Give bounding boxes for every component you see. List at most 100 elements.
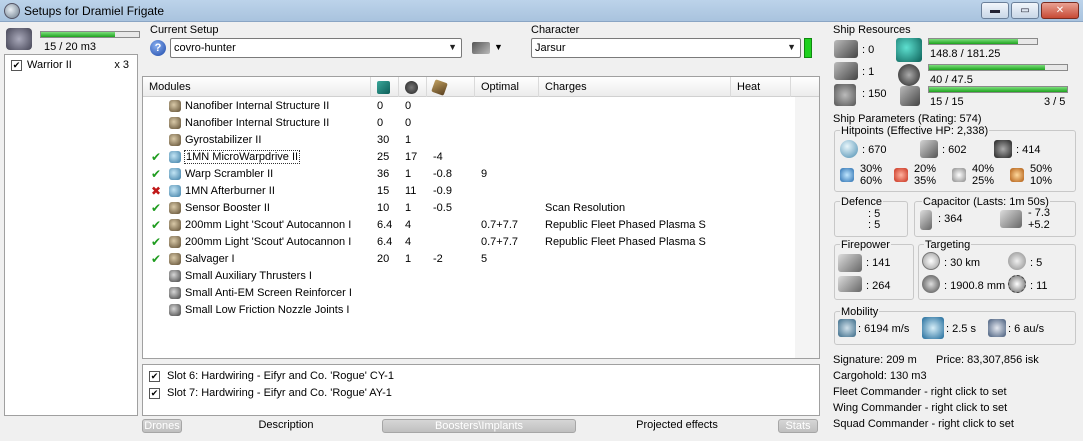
module-row[interactable]: ✔ 1MN MicroWarpdrive II 25 17 -4 bbox=[143, 149, 819, 166]
module-powergrid: 1 bbox=[405, 168, 412, 180]
col-optimal[interactable]: Optimal bbox=[475, 77, 539, 97]
module-status-icon[interactable]: ✔ bbox=[151, 150, 163, 164]
implant-checkbox[interactable]: ✔ bbox=[149, 388, 160, 399]
module-row[interactable]: Nanofiber Internal Structure II 0 0 bbox=[143, 115, 819, 132]
col-heat[interactable]: Heat bbox=[731, 77, 791, 97]
setup-combo[interactable]: covro-hunter ▼ bbox=[170, 38, 462, 58]
close-button[interactable]: ✕ bbox=[1041, 2, 1079, 19]
powergrid-icon bbox=[898, 64, 920, 86]
powergrid-icon bbox=[405, 80, 418, 94]
capacitor-icon bbox=[431, 78, 448, 96]
max-velocity: : 6194 m/s bbox=[858, 323, 910, 335]
squad-commander[interactable]: Squad Commander - right click to set bbox=[833, 418, 1014, 430]
tab-stats[interactable]: Stats bbox=[778, 419, 818, 433]
turret-dps-icon bbox=[838, 254, 862, 272]
sensor-booster-icon bbox=[169, 202, 181, 214]
module-row[interactable]: Small Low Friction Nozzle Joints I bbox=[143, 302, 819, 319]
thermal-resist-a: 20% bbox=[914, 163, 937, 175]
module-status-icon[interactable]: ✔ bbox=[151, 218, 163, 232]
module-name: Nanofiber Internal Structure II bbox=[185, 100, 330, 112]
col-modules[interactable]: Modules bbox=[143, 77, 371, 97]
tab-boosters-implants[interactable]: Boosters\Implants bbox=[382, 419, 576, 433]
capacitor-delta-b: +5.2 bbox=[1028, 219, 1050, 231]
module-cpu: 10 bbox=[377, 202, 390, 214]
module-name: Gyrostabilizer II bbox=[185, 134, 262, 146]
module-status-icon[interactable]: ✔ bbox=[151, 252, 163, 266]
module-cpu: 36 bbox=[377, 168, 390, 180]
module-capacitor: -4 bbox=[433, 151, 443, 163]
drone-bandwidth: 15 / 20 m3 bbox=[4, 26, 140, 53]
ship-price: Price: 83,307,856 isk bbox=[936, 354, 1039, 366]
tab-projected-effects[interactable]: Projected effects bbox=[612, 419, 742, 433]
drone-bandwidth-bar bbox=[40, 31, 140, 38]
module-status-icon[interactable]: ✔ bbox=[151, 201, 163, 215]
chevron-down-icon: ▼ bbox=[787, 42, 796, 52]
warp-speed-icon bbox=[988, 319, 1006, 337]
ship-resources: : 0 : 1 : 150 148.8 / 181.25 40 / 47.5 1… bbox=[830, 36, 1078, 110]
col-powergrid[interactable] bbox=[399, 77, 427, 97]
module-row[interactable]: Nanofiber Internal Structure II 0 0 bbox=[143, 98, 819, 115]
scan-resolution-icon bbox=[922, 275, 940, 293]
fleet-commander[interactable]: Fleet Commander - right click to set bbox=[833, 386, 1007, 398]
module-powergrid: 17 bbox=[405, 151, 418, 163]
setup-tools-menu[interactable]: ▼ bbox=[472, 40, 506, 58]
launcher-hardpoints: : 1 bbox=[862, 66, 875, 78]
module-powergrid: 1 bbox=[405, 202, 412, 214]
implants-list[interactable]: ✔ Slot 6: Hardwiring - Eifyr and Co. 'Ro… bbox=[142, 364, 820, 416]
explosive-resist-a: 50% bbox=[1030, 163, 1053, 175]
module-row[interactable]: ✖ 1MN Afterburner II 15 11 -0.9 bbox=[143, 183, 819, 200]
tab-description[interactable]: Description bbox=[230, 419, 342, 433]
module-name: Salvager I bbox=[185, 253, 235, 265]
module-row[interactable]: ✔ 200mm Light 'Scout' Autocannon I 6.4 4 0.7… bbox=[143, 217, 819, 234]
drone-bandwidth-value: 15 / 20 m3 bbox=[44, 41, 96, 53]
kinetic-resist-a: 40% bbox=[972, 163, 995, 175]
module-row[interactable]: ✔ Warp Scrambler II 36 1 -0.8 9 bbox=[143, 166, 819, 183]
module-cpu: 0 bbox=[377, 117, 384, 129]
hitpoints-title: Hitpoints (Effective HP: 2,338) bbox=[840, 125, 990, 137]
module-row[interactable]: Small Auxiliary Thrusters I bbox=[143, 268, 819, 285]
character-combo[interactable]: Jarsur ▼ bbox=[531, 38, 801, 58]
drone-list[interactable]: ✔ Warrior II x 3 bbox=[4, 54, 138, 416]
structure-icon bbox=[169, 117, 181, 129]
module-cpu: 25 bbox=[377, 151, 390, 163]
align-time-icon bbox=[922, 317, 944, 339]
kinetic-resist-b: 25% bbox=[972, 175, 995, 187]
defence-b: : 5 bbox=[868, 219, 881, 231]
module-status-icon[interactable]: ✔ bbox=[151, 167, 163, 181]
drone-icon bbox=[6, 28, 32, 50]
drone-checkbox[interactable]: ✔ bbox=[11, 60, 22, 71]
drone-bandwidth-fill bbox=[41, 32, 115, 37]
wing-commander[interactable]: Wing Commander - right click to set bbox=[833, 402, 1007, 414]
bottom-tabs: Drones Description Boosters\Implants Pro… bbox=[142, 419, 820, 433]
explosive-resist-icon bbox=[1010, 168, 1024, 182]
minimize-button[interactable]: ▬ bbox=[981, 2, 1009, 19]
tab-drones[interactable]: Drones bbox=[142, 419, 182, 433]
col-cpu[interactable] bbox=[371, 77, 399, 97]
maximize-button[interactable]: ▭ bbox=[1011, 2, 1039, 19]
implant-name: Slot 7: Hardwiring - Eifyr and Co. 'Rogu… bbox=[167, 387, 392, 399]
implant-checkbox[interactable]: ✔ bbox=[149, 371, 160, 382]
title-bar: Setups for Dramiel Frigate ▬ ▭ ✕ bbox=[0, 0, 1083, 22]
module-status-icon[interactable]: ✖ bbox=[151, 184, 163, 198]
module-row[interactable]: Small Anti-EM Screen Reinforcer I bbox=[143, 285, 819, 302]
module-name: Small Anti-EM Screen Reinforcer I bbox=[185, 287, 352, 299]
module-powergrid: 0 bbox=[405, 100, 412, 112]
col-capacitor[interactable] bbox=[427, 77, 475, 97]
module-row[interactable]: ✔ Sensor Booster II 10 1 -0.5 Scan Resolution bbox=[143, 200, 819, 217]
drone-item[interactable]: ✔ Warrior II x 3 bbox=[9, 59, 133, 73]
structure-icon bbox=[169, 100, 181, 112]
powergrid-value: 40 / 47.5 bbox=[930, 74, 973, 86]
module-row[interactable]: Gyrostabilizer II 30 1 bbox=[143, 132, 819, 149]
module-row[interactable]: ✔ 200mm Light 'Scout' Autocannon I 6.4 4 0.7… bbox=[143, 234, 819, 251]
module-capacitor: -0.8 bbox=[433, 168, 452, 180]
window-title: Setups for Dramiel Frigate bbox=[24, 4, 165, 18]
module-row[interactable]: ✔ Salvager I 20 1 -2 5 bbox=[143, 251, 819, 268]
module-optimal: 0.7+7.7 bbox=[481, 219, 519, 231]
module-name: 1MN Afterburner II bbox=[185, 185, 275, 197]
cpu-bar-fill bbox=[929, 39, 1018, 44]
module-status-icon[interactable]: ✔ bbox=[151, 235, 163, 249]
help-icon[interactable]: ? bbox=[150, 40, 166, 56]
col-charges[interactable]: Charges bbox=[539, 77, 731, 97]
gyro-icon bbox=[169, 134, 181, 146]
modules-table[interactable]: Modules Optimal Charges Heat Nanofiber I… bbox=[142, 76, 820, 359]
